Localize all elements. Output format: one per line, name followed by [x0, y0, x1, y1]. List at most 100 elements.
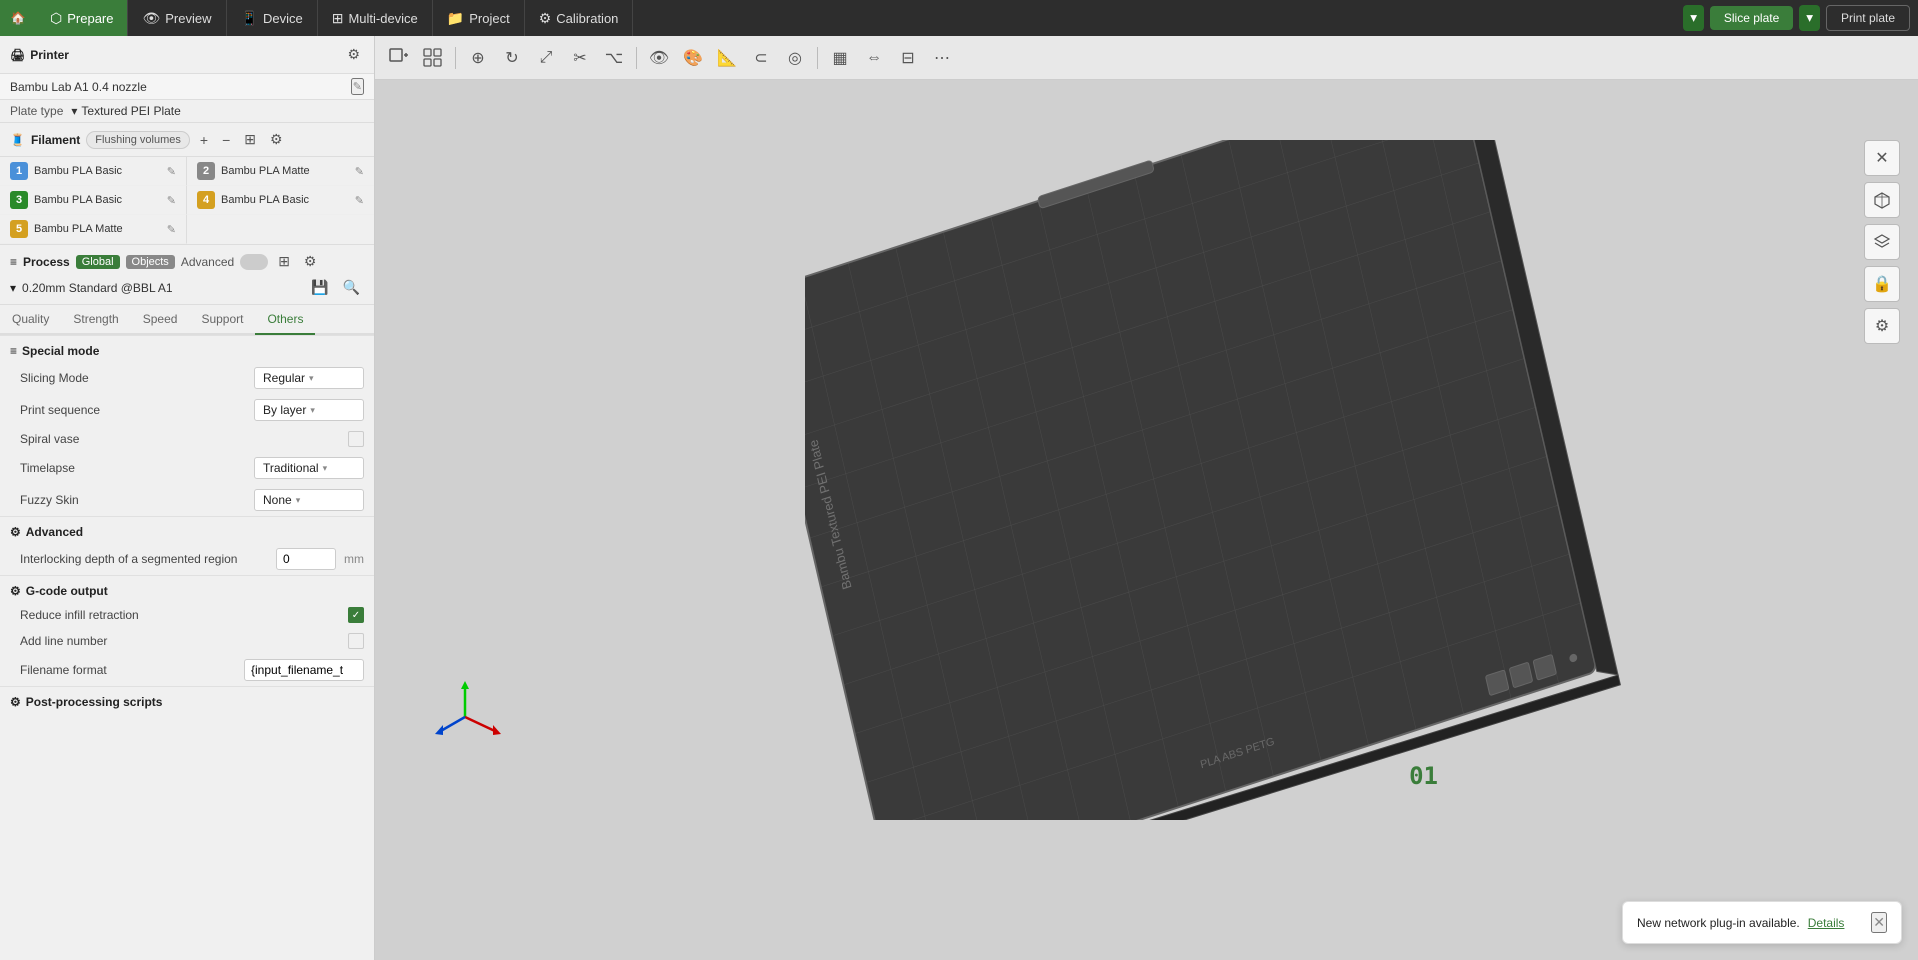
notification-details-link[interactable]: Details: [1808, 916, 1845, 930]
scale-button[interactable]: ⤢: [530, 42, 562, 74]
lock-button[interactable]: 🔒: [1864, 266, 1900, 302]
list-item: 1 Bambu PLA Basic ✎: [0, 157, 187, 186]
rotate-button[interactable]: ↻: [496, 42, 528, 74]
reduce-infill-checkbox[interactable]: ✓: [348, 607, 364, 623]
add-object-button[interactable]: [383, 42, 415, 74]
settings-scroll-area[interactable]: ≡ Special mode Slicing Mode Regular ▾ Pr…: [0, 335, 374, 960]
chevron-icon: ▾: [71, 104, 77, 118]
gear-view-button[interactable]: ⚙: [1864, 308, 1900, 344]
view-button[interactable]: 👁: [643, 42, 675, 74]
tab-speed[interactable]: Speed: [131, 305, 190, 335]
printer-section-title: 🖨 Printer: [10, 48, 69, 62]
close-view-button[interactable]: ✕: [1864, 140, 1900, 176]
tab-preview[interactable]: 👁 Preview: [128, 0, 226, 36]
list-item: 4 Bambu PLA Basic ✎: [187, 186, 374, 215]
add-object-icon: [388, 47, 410, 69]
spiral-vase-checkbox[interactable]: [348, 431, 364, 447]
print-dropdown-arrow[interactable]: ▾: [1799, 5, 1820, 31]
printer-section-header: 🖨 Printer ⚙: [0, 36, 374, 74]
tab-multidevice[interactable]: ⊞ Multi-device: [318, 0, 433, 36]
home-button[interactable]: 🏠: [0, 0, 36, 36]
filament-settings-button[interactable]: ⚙: [266, 129, 287, 150]
process-preset-row: ▾ 0.20mm Standard @BBL A1 💾 🔍: [10, 277, 364, 298]
slicing-mode-dropdown[interactable]: Regular ▾: [254, 367, 364, 389]
process-layers-icon: ≡: [10, 255, 17, 269]
filament-edit-1[interactable]: ✎: [167, 165, 176, 178]
arrange-button[interactable]: ▦: [824, 42, 856, 74]
prepare-icon: ⬡: [50, 10, 62, 27]
axes-indicator: [425, 677, 505, 760]
3d-view[interactable]: Bambu Textured PEI Plate PLA ABS PETG: [375, 80, 1918, 960]
view-tool-1[interactable]: [1864, 182, 1900, 218]
interlocking-depth-input[interactable]: [276, 548, 336, 570]
flushing-volumes-button[interactable]: Flushing volumes: [86, 131, 190, 149]
view-tool-2[interactable]: [1864, 224, 1900, 260]
filament-edit-4[interactable]: ✎: [355, 194, 364, 207]
tab-quality[interactable]: Quality: [0, 305, 61, 335]
filament-badge-3: 3: [10, 191, 28, 209]
toolbar-sep-2: [636, 47, 637, 69]
slice-dropdown-arrow[interactable]: ▾: [1683, 5, 1704, 31]
align-button[interactable]: ⊟: [892, 42, 924, 74]
process-header: ≡ Process Global Objects Advanced ⊞ ⚙: [10, 251, 364, 272]
print-plate-button[interactable]: Print plate: [1826, 5, 1910, 31]
support-button[interactable]: ⌥: [598, 42, 630, 74]
device-icon: 📱: [241, 10, 258, 27]
grid-icon: [423, 48, 443, 68]
notification-close-button[interactable]: ✕: [1871, 912, 1887, 933]
tab-project[interactable]: 📁 Project: [433, 0, 525, 36]
timelapse-row: Timelapse Traditional ▾: [0, 452, 374, 484]
split-button[interactable]: ⊂: [745, 42, 777, 74]
slicing-mode-row: Slicing Mode Regular ▾: [0, 362, 374, 394]
build-plate: Bambu Textured PEI Plate PLA ABS PETG: [805, 140, 1625, 820]
preset-save-button[interactable]: 💾: [307, 277, 332, 298]
preset-search-button[interactable]: 🔍: [339, 277, 364, 298]
process-table-icon[interactable]: ⊞: [274, 251, 294, 272]
objects-tag[interactable]: Objects: [126, 255, 175, 269]
move-button[interactable]: ⊕: [462, 42, 494, 74]
filament-presets-button[interactable]: ⊞: [240, 129, 260, 150]
filament-edit-5[interactable]: ✎: [167, 223, 176, 236]
process-settings-icon[interactable]: ⚙: [300, 251, 321, 272]
add-line-number-checkbox[interactable]: [348, 633, 364, 649]
printer-edit-button[interactable]: ✎: [351, 78, 364, 95]
slice-plate-button[interactable]: Slice plate: [1710, 6, 1793, 30]
process-section: ≡ Process Global Objects Advanced ⊞ ⚙ ▾ …: [0, 245, 374, 305]
multidevice-icon: ⊞: [332, 10, 344, 27]
tab-prepare[interactable]: ⬡ Prepare: [36, 0, 128, 36]
advanced-header: ⚙ Advanced: [0, 516, 374, 543]
tab-calibration[interactable]: ⚙ Calibration: [525, 0, 634, 36]
color-button[interactable]: 🎨: [677, 42, 709, 74]
filament-add-button[interactable]: +: [196, 130, 212, 150]
advanced-toggle[interactable]: [240, 254, 268, 270]
fuzzy-skin-dropdown[interactable]: None ▾: [254, 489, 364, 511]
filename-format-input[interactable]: [244, 659, 364, 681]
grid-view-button[interactable]: [417, 42, 449, 74]
printer-settings-button[interactable]: ⚙: [343, 44, 364, 65]
tab-support[interactable]: Support: [189, 305, 255, 335]
cut-button[interactable]: ✂: [564, 42, 596, 74]
special-mode-header: ≡ Special mode: [0, 335, 374, 362]
filament-edit-3[interactable]: ✎: [167, 194, 176, 207]
global-tag[interactable]: Global: [76, 255, 120, 269]
chevron-preset-icon: ▾: [10, 281, 16, 295]
more-button[interactable]: ⋯: [926, 42, 958, 74]
tab-strength[interactable]: Strength: [61, 305, 130, 335]
tab-device[interactable]: 📱 Device: [227, 0, 318, 36]
mirror-button[interactable]: ⇔: [858, 42, 890, 74]
notification-text: New network plug-in available.: [1637, 916, 1800, 930]
calibration-icon: ⚙: [539, 10, 552, 27]
measure-button[interactable]: 📐: [711, 42, 743, 74]
filament-edit-2[interactable]: ✎: [355, 165, 364, 178]
list-item: 5 Bambu PLA Matte ✎: [0, 215, 187, 244]
filament-badge-1: 1: [10, 162, 28, 180]
filament-remove-button[interactable]: −: [218, 130, 234, 150]
print-sequence-dropdown[interactable]: By layer ▾: [254, 399, 364, 421]
filament-badge-5: 5: [10, 220, 28, 238]
timelapse-dropdown[interactable]: Traditional ▾: [254, 457, 364, 479]
chevron-down-icon: ▾: [310, 405, 315, 416]
cube-icon: [1873, 191, 1891, 209]
tab-others[interactable]: Others: [255, 305, 315, 335]
reduce-infill-retraction-row: Reduce infill retraction ✓: [0, 602, 374, 628]
hollow-button[interactable]: ◎: [779, 42, 811, 74]
